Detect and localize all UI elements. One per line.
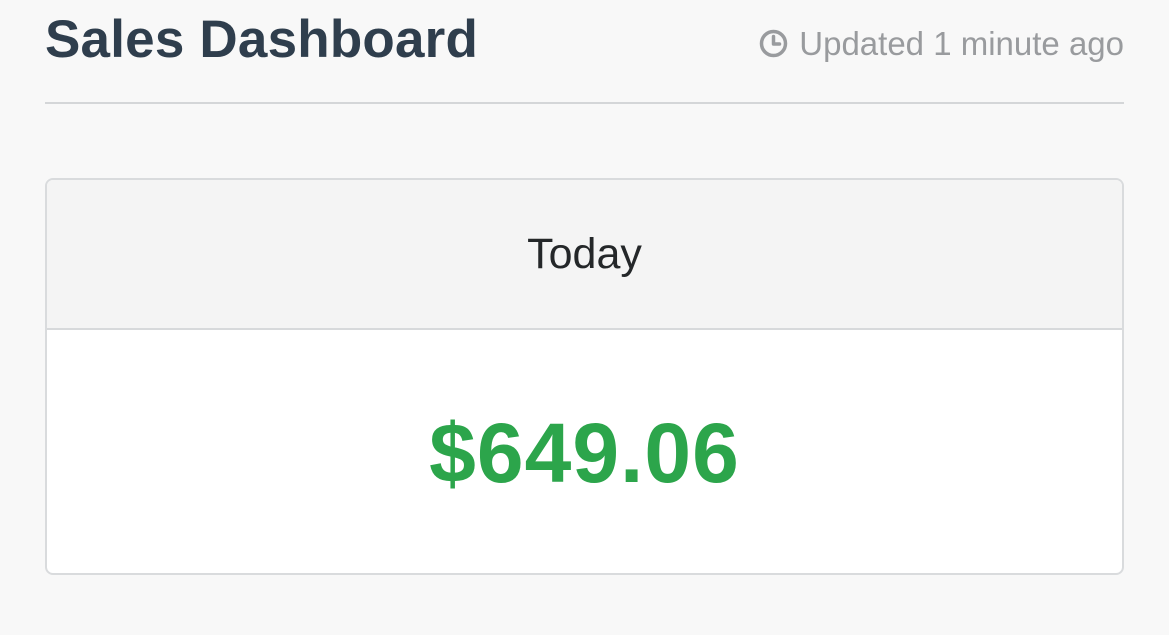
sales-value-section: $649.06: [47, 330, 1122, 573]
sales-amount: $649.06: [429, 406, 740, 500]
dashboard-header: Sales Dashboard Updated 1 minute ago: [45, 0, 1124, 104]
last-updated: Updated 1 minute ago: [758, 24, 1124, 64]
sales-summary-card: Today $649.06: [45, 178, 1124, 575]
last-updated-label: Updated 1 minute ago: [799, 25, 1124, 62]
clock-icon: [758, 28, 789, 59]
page-title: Sales Dashboard: [45, 10, 479, 69]
sales-period-label: Today: [47, 180, 1122, 330]
